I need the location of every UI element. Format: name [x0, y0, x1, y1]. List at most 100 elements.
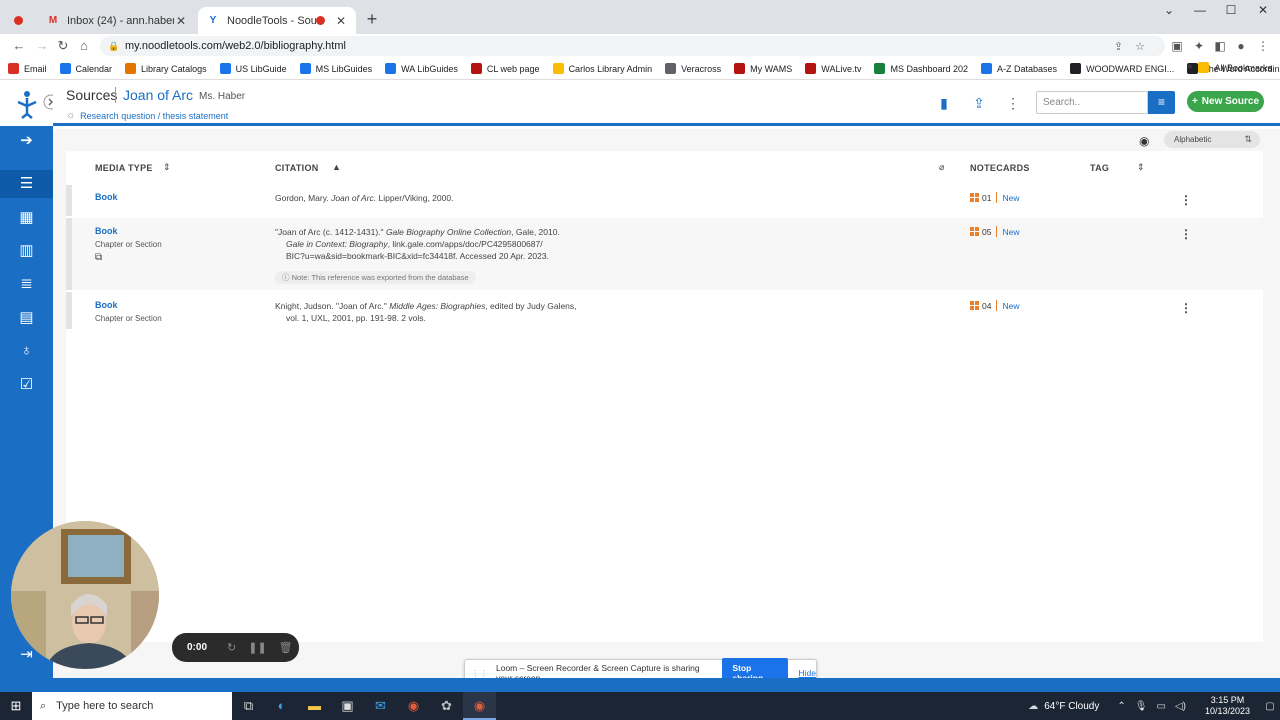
todo-nav-icon[interactable]: ☑ — [0, 371, 53, 399]
research-question-link[interactable]: ☼ Research question / thesis statement — [66, 110, 228, 121]
hide-link[interactable]: Hide — [799, 668, 816, 678]
webcam-bubble[interactable] — [11, 521, 159, 669]
bookmark-item[interactable]: MS LibGuides — [299, 63, 372, 74]
extension-icon[interactable]: ▣ — [1168, 37, 1186, 55]
new-notecard-link[interactable]: New — [1002, 193, 1019, 203]
row-menu-icon[interactable]: ⋮ — [1180, 227, 1192, 241]
tab-search-chevron-icon[interactable]: ⌄ — [1152, 0, 1186, 20]
file-explorer-icon[interactable]: ▬ — [298, 692, 331, 720]
chevron-up-icon[interactable]: ⌃ — [1117, 701, 1125, 712]
pause-icon[interactable]: ❚❚ — [248, 641, 266, 654]
system-clock[interactable]: 3:15 PM 10/13/2023 — [1205, 695, 1250, 717]
more-bookmarks-icon[interactable]: » — [1186, 61, 1192, 72]
menu-dots-icon[interactable]: ⋮ — [1254, 37, 1272, 55]
bookmark-item[interactable]: WA LibGuides — [385, 63, 458, 74]
export-icon[interactable]: ⇪ — [970, 94, 988, 112]
share-star-icons[interactable]: ⇪☆ — [1114, 40, 1157, 53]
sort-select[interactable]: Alphabetic ⇅ — [1164, 131, 1260, 148]
mail-icon[interactable]: ✉ — [364, 692, 397, 720]
project-title[interactable]: Joan of Arc — [123, 87, 193, 103]
bookmark-item[interactable]: US LibGuide — [219, 63, 287, 74]
paper-nav-icon[interactable]: ▤ — [0, 304, 53, 332]
task-view-icon[interactable]: ⧉ — [232, 692, 265, 720]
sources-nav-icon[interactable]: ☰ — [0, 170, 53, 198]
outline-nav-icon[interactable]: ≣ — [0, 270, 53, 298]
row-menu-icon[interactable]: ⋮ — [1180, 193, 1192, 207]
bookmark-item[interactable]: Calendar — [59, 63, 112, 74]
tab-noodletools[interactable]: Y NoodleTools - Sources ✕ — [198, 7, 356, 34]
bookmark-item[interactable]: MS Dashboard 202 — [874, 63, 968, 74]
bookmark-item[interactable]: Carlos Library Admin — [552, 63, 652, 74]
notecards-cell[interactable]: 05 New — [970, 226, 1019, 237]
weather-widget[interactable]: ☁ 64°F Cloudy — [1028, 701, 1099, 712]
close-tab-icon[interactable]: ✕ — [334, 14, 348, 28]
notebook-nav-icon[interactable]: ▥ — [0, 237, 53, 265]
maximize-button[interactable]: ☐ — [1214, 0, 1248, 20]
close-tab-icon[interactable]: ✕ — [174, 14, 188, 28]
column-header-citation[interactable]: CITATION — [275, 163, 319, 173]
bookmark-item[interactable]: WALive.tv — [805, 63, 861, 74]
new-tab-button[interactable]: + — [362, 10, 382, 30]
microphone-icon[interactable]: 🎙 — [1135, 701, 1148, 712]
new-notecard-link[interactable]: New — [1002, 227, 1019, 237]
column-header-media-type[interactable]: MEDIA TYPE — [95, 163, 153, 173]
row-menu-icon[interactable]: ⋮ — [1180, 301, 1192, 315]
close-window-button[interactable]: ✕ — [1246, 0, 1280, 20]
sort-direction-icon[interactable]: ⇅ — [1244, 131, 1252, 148]
sort-asc-icon[interactable]: ▲ — [332, 162, 341, 172]
sort-icon[interactable]: ⇕ — [1137, 162, 1145, 173]
bookmark-item[interactable]: My WAMS — [734, 63, 792, 74]
app-icon[interactable]: ✿ — [430, 692, 463, 720]
new-source-button[interactable]: + New Source — [1187, 91, 1264, 112]
column-header-tag[interactable]: TAG — [1090, 163, 1109, 173]
question-nav-icon[interactable]: ♁ — [0, 337, 53, 365]
restart-icon[interactable]: ↻ — [227, 641, 236, 654]
side-panel-icon[interactable]: ◧ — [1211, 37, 1229, 55]
media-type-link[interactable]: Book — [95, 300, 118, 310]
bookmark-item[interactable]: Library Catalogs — [125, 63, 207, 74]
tab-gmail[interactable]: M Inbox (24) - ann.haber@woodw ✕ — [38, 7, 196, 34]
eye-icon[interactable]: ◉ — [1139, 134, 1149, 148]
reload-icon[interactable]: ↻ — [54, 37, 72, 55]
url-field[interactable]: 🔒 my.noodletools.com/web2.0/bibliography… — [100, 36, 1165, 56]
notecards-cell[interactable]: 04 New — [970, 300, 1019, 311]
notecards-cell[interactable]: 01 New — [970, 192, 1019, 203]
external-link-icon[interactable]: ⧉ — [95, 252, 102, 263]
filter-button[interactable]: ≡ — [1148, 91, 1175, 114]
bookmark-item[interactable]: A-Z Databases — [981, 63, 1057, 74]
sort-icon[interactable]: ⇕ — [163, 162, 171, 173]
forward-icon[interactable]: → — [33, 37, 51, 55]
back-icon[interactable]: ← — [10, 37, 28, 55]
network-icon[interactable]: ▭ — [1156, 701, 1165, 712]
taskbar-search-input[interactable]: ⌕ Type here to search — [32, 692, 232, 720]
profile-avatar-icon[interactable]: ● — [1232, 37, 1250, 55]
all-bookmarks-button[interactable]: All Bookmarks — [1198, 62, 1272, 73]
new-notecard-link[interactable]: New — [1002, 301, 1019, 311]
bookmark-item[interactable]: WOODWARD ENGI... — [1070, 63, 1174, 74]
home-icon[interactable]: ⌂ — [75, 37, 93, 55]
bookmark-item[interactable]: CL web page — [470, 63, 540, 74]
table-row[interactable]: Book Gordon, Mary. Joan of Arc. Lipper/V… — [66, 185, 1263, 216]
back-arrow-icon[interactable]: ➔ — [0, 127, 53, 155]
volume-icon[interactable]: ◁) — [1175, 701, 1186, 712]
dashboard-nav-icon[interactable]: ▦ — [0, 204, 53, 232]
table-row[interactable]: Book Chapter or Section ⧉ "Joan of Arc (… — [66, 218, 1263, 290]
bookmark-item[interactable]: Veracross — [665, 63, 721, 74]
minimize-button[interactable]: — — [1183, 0, 1217, 20]
search-input[interactable]: Search.. — [1036, 91, 1148, 114]
notification-icon[interactable]: ▢ — [1260, 701, 1280, 712]
more-options-icon[interactable]: ⋮ — [1004, 94, 1022, 112]
windows-start-icon[interactable]: ⊞ — [0, 692, 32, 720]
puzzle-icon[interactable]: ✦ — [1190, 37, 1208, 55]
chart-icon[interactable]: ▮ — [935, 94, 953, 112]
bookmark-item[interactable]: Email — [8, 63, 47, 74]
media-type-link[interactable]: Book — [95, 226, 118, 236]
drag-handle-icon[interactable]: ⋮⋮ — [471, 668, 488, 679]
store-icon[interactable]: ▣ — [331, 692, 364, 720]
table-row[interactable]: Book Chapter or Section Knight, Judson. … — [66, 292, 1263, 329]
media-type-link[interactable]: Book — [95, 192, 118, 202]
edge-icon[interactable]: ◐ — [265, 692, 298, 720]
chrome-active-icon[interactable]: ◉ — [463, 692, 496, 720]
chrome-icon[interactable]: ◉ — [397, 692, 430, 720]
trash-icon[interactable]: 🗑 — [279, 641, 293, 654]
